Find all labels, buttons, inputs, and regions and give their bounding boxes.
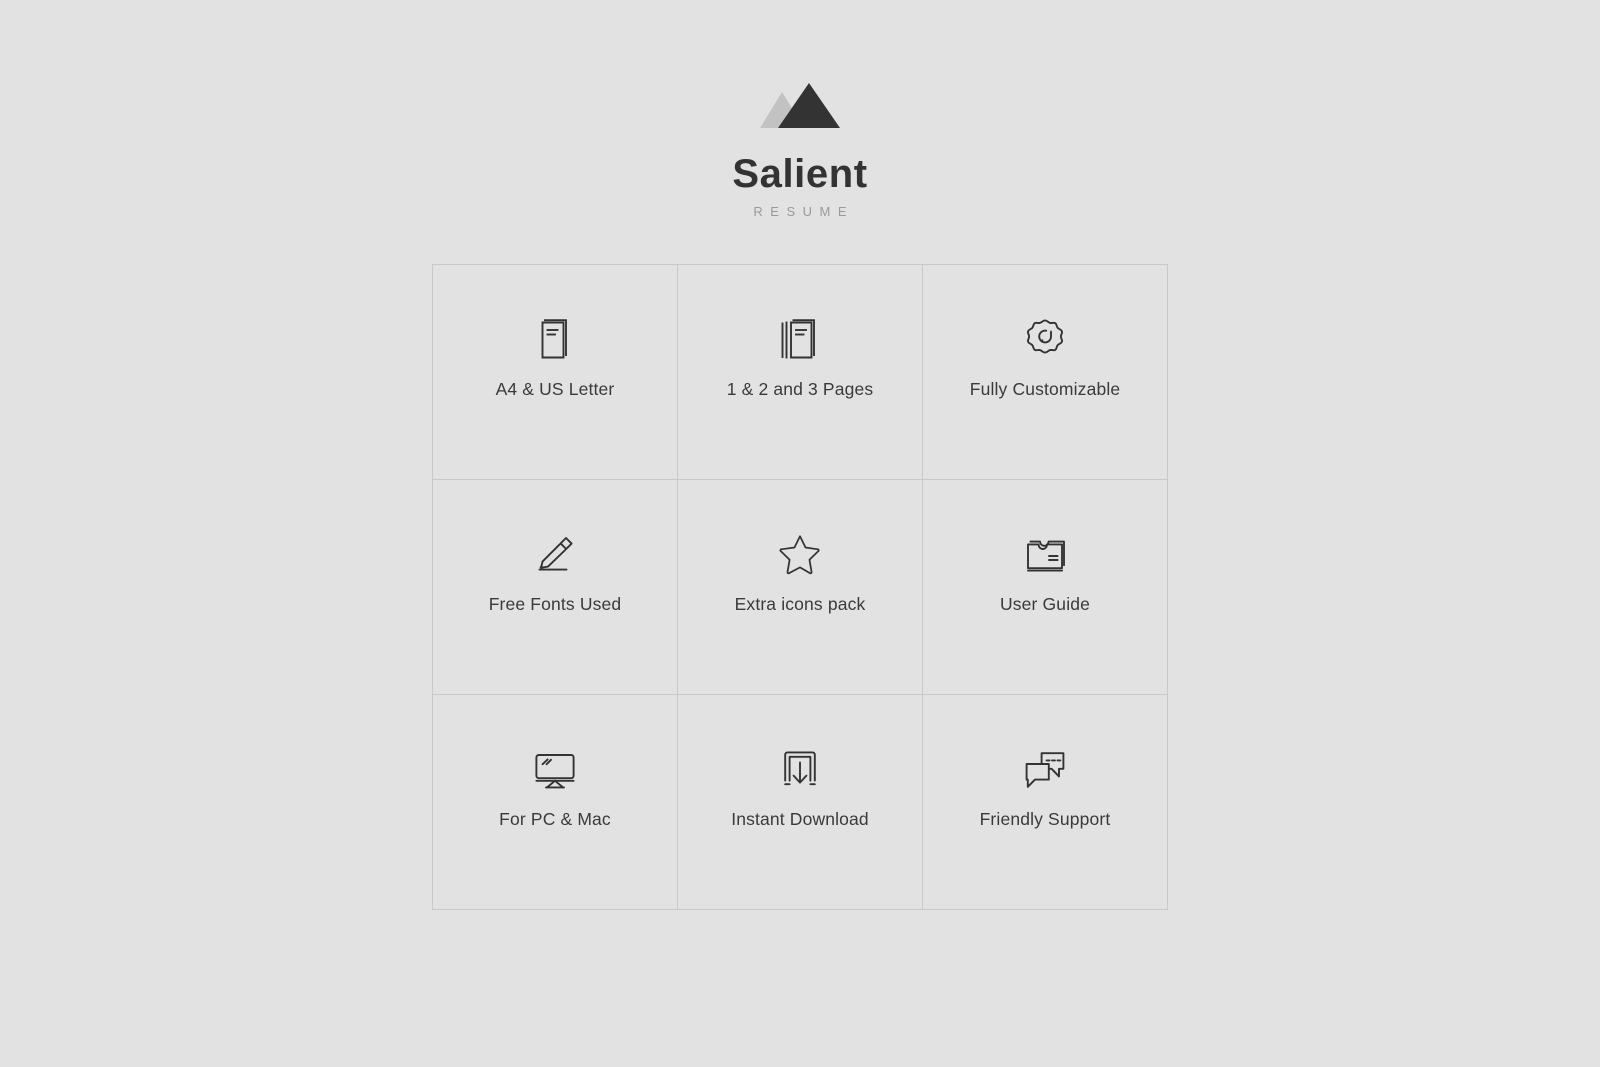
- gear-icon: [1022, 317, 1068, 363]
- feature-label: Instant Download: [731, 809, 869, 829]
- features-grid: A4 & US Letter 1 & 2 and 3 Pages Fully C…: [432, 264, 1168, 910]
- brand-name: Salient: [732, 152, 868, 196]
- feature-label: Free Fonts Used: [488, 594, 622, 614]
- feature-cell[interactable]: Friendly Support: [923, 695, 1168, 910]
- brand-subtitle: RESUME: [753, 204, 855, 219]
- feature-cell[interactable]: User Guide: [923, 480, 1168, 695]
- folder-document-icon: [1022, 532, 1068, 578]
- star-icon: [777, 532, 823, 578]
- download-tray-icon: [777, 747, 823, 793]
- stacked-pages-icon: [777, 317, 823, 363]
- feature-label: For PC & Mac: [499, 809, 611, 829]
- feature-cell[interactable]: Instant Download: [678, 695, 923, 910]
- document-page-icon: [532, 317, 578, 363]
- feature-cell[interactable]: For PC & Mac: [433, 695, 678, 910]
- feature-label: 1 & 2 and 3 Pages: [726, 379, 874, 399]
- brand-block: Salient RESUME: [732, 82, 867, 218]
- feature-cell[interactable]: Extra icons pack: [678, 480, 923, 695]
- feature-label: Friendly Support: [979, 809, 1111, 829]
- mountain-peaks-icon: [752, 82, 848, 140]
- monitor-icon: [532, 747, 578, 793]
- feature-showcase-page: Salient RESUME A4 & US Letter 1 & 2 and …: [0, 0, 1600, 1067]
- feature-cell[interactable]: Free Fonts Used: [433, 480, 678, 695]
- feature-label: A4 & US Letter: [495, 379, 615, 399]
- feature-label: Fully Customizable: [969, 379, 1121, 399]
- feature-cell[interactable]: Fully Customizable: [923, 265, 1168, 480]
- pencil-icon: [532, 532, 578, 578]
- feature-cell[interactable]: 1 & 2 and 3 Pages: [678, 265, 923, 480]
- feature-cell[interactable]: A4 & US Letter: [433, 265, 678, 480]
- chat-bubbles-icon: [1022, 747, 1068, 793]
- feature-label: User Guide: [999, 594, 1090, 614]
- feature-label: Extra icons pack: [734, 594, 866, 614]
